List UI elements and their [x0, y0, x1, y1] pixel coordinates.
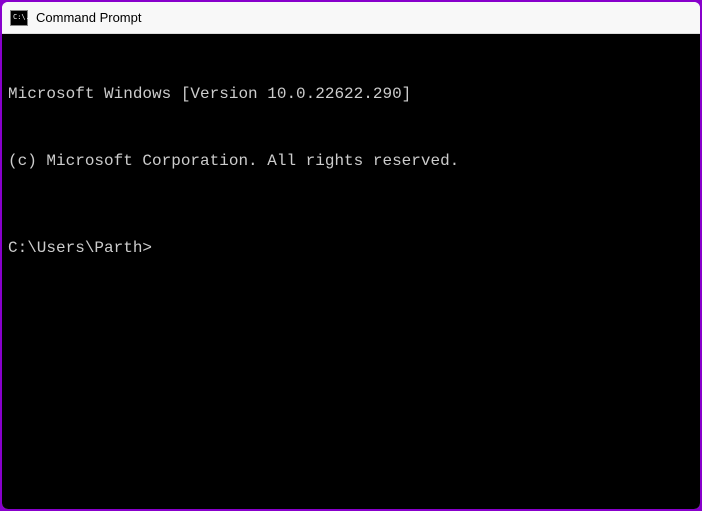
- terminal-area[interactable]: Microsoft Windows [Version 10.0.22622.29…: [2, 34, 700, 509]
- command-prompt-window: C:\. Command Prompt Microsoft Windows [V…: [2, 2, 700, 509]
- titlebar[interactable]: C:\. Command Prompt: [2, 2, 700, 34]
- version-line: Microsoft Windows [Version 10.0.22622.29…: [8, 83, 694, 105]
- command-prompt-icon: C:\.: [10, 10, 28, 26]
- prompt-line: C:\Users\Parth>: [8, 237, 694, 259]
- icon-glyph: C:\.: [13, 14, 30, 21]
- copyright-line: (c) Microsoft Corporation. All rights re…: [8, 150, 694, 172]
- window-title: Command Prompt: [36, 10, 141, 25]
